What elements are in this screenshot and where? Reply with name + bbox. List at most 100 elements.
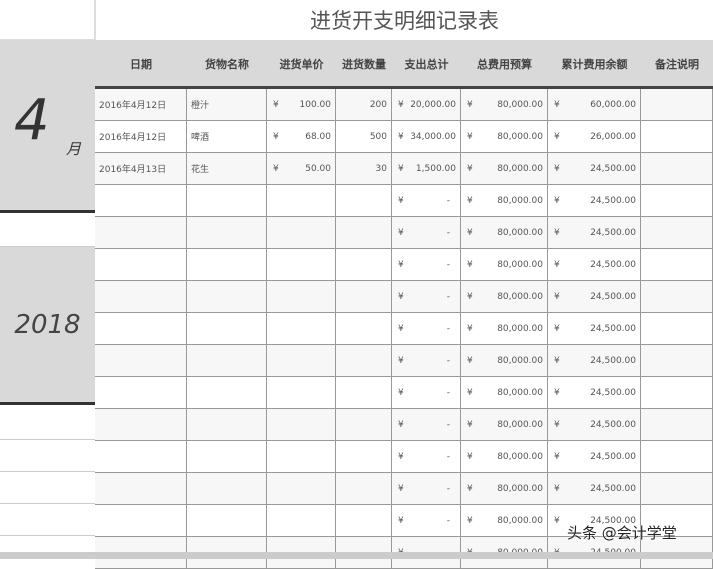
cell-unit-price[interactable] xyxy=(267,441,336,472)
cell-balance[interactable]: ¥24,500.00 xyxy=(548,217,641,248)
cell-unit-price[interactable] xyxy=(267,281,336,312)
cell-item-name[interactable]: 花生 xyxy=(187,153,267,184)
cell-date[interactable]: 2016年4月12日 xyxy=(95,121,187,152)
cell-notes[interactable] xyxy=(641,217,713,248)
cell-budget[interactable]: ¥80,000.00 xyxy=(461,281,548,312)
cell-balance[interactable]: ¥24,500.00 xyxy=(548,473,641,504)
cell-item-name[interactable]: 橙汁 xyxy=(187,89,267,120)
cell-budget[interactable]: ¥80,000.00 xyxy=(461,185,548,216)
cell-balance[interactable]: ¥24,500.00 xyxy=(548,281,641,312)
cell-balance[interactable]: ¥24,500.00 xyxy=(548,249,641,280)
cell-item-name[interactable] xyxy=(187,345,267,376)
cell-budget[interactable]: ¥80,000.00 xyxy=(461,505,548,536)
cell-notes[interactable] xyxy=(641,473,713,504)
cell-unit-price[interactable] xyxy=(267,217,336,248)
cell-date[interactable] xyxy=(95,473,187,504)
cell-quantity[interactable] xyxy=(336,249,392,280)
cell-total-expense[interactable]: ¥- xyxy=(392,185,461,216)
cell-balance[interactable]: ¥60,000.00 xyxy=(548,89,641,120)
cell-item-name[interactable] xyxy=(187,281,267,312)
cell-quantity[interactable] xyxy=(336,473,392,504)
cell-total-expense[interactable]: ¥- xyxy=(392,473,461,504)
cell-date[interactable] xyxy=(95,185,187,216)
cell-unit-price[interactable] xyxy=(267,505,336,536)
cell-quantity[interactable] xyxy=(336,281,392,312)
cell-balance[interactable]: ¥26,000.00 xyxy=(548,121,641,152)
cell-total-expense[interactable]: ¥- xyxy=(392,313,461,344)
cell-quantity[interactable]: 500 xyxy=(336,121,392,152)
cell-total-expense[interactable]: ¥- xyxy=(392,505,461,536)
cell-quantity[interactable] xyxy=(336,345,392,376)
cell-unit-price[interactable] xyxy=(267,377,336,408)
cell-total-expense[interactable]: ¥34,000.00 xyxy=(392,121,461,152)
cell-budget[interactable]: ¥80,000.00 xyxy=(461,89,548,120)
cell-notes[interactable] xyxy=(641,249,713,280)
cell-budget[interactable]: ¥80,000.00 xyxy=(461,217,548,248)
cell-date[interactable] xyxy=(95,377,187,408)
cell-balance[interactable]: ¥24,500.00 xyxy=(548,185,641,216)
cell-notes[interactable] xyxy=(641,441,713,472)
cell-total-expense[interactable]: ¥1,500.00 xyxy=(392,153,461,184)
cell-item-name[interactable]: 啤酒 xyxy=(187,121,267,152)
cell-unit-price[interactable]: ¥100.00 xyxy=(267,89,336,120)
cell-date[interactable] xyxy=(95,505,187,536)
cell-item-name[interactable] xyxy=(187,185,267,216)
cell-total-expense[interactable]: ¥20,000.00 xyxy=(392,89,461,120)
cell-total-expense[interactable]: ¥- xyxy=(392,249,461,280)
cell-date[interactable] xyxy=(95,409,187,440)
cell-notes[interactable] xyxy=(641,153,713,184)
cell-quantity[interactable] xyxy=(336,441,392,472)
cell-unit-price[interactable] xyxy=(267,313,336,344)
cell-quantity[interactable]: 30 xyxy=(336,153,392,184)
cell-quantity[interactable] xyxy=(336,185,392,216)
cell-unit-price[interactable] xyxy=(267,185,336,216)
cell-item-name[interactable] xyxy=(187,377,267,408)
cell-item-name[interactable] xyxy=(187,505,267,536)
cell-balance[interactable]: ¥24,500.00 xyxy=(548,153,641,184)
cell-quantity[interactable] xyxy=(336,217,392,248)
cell-total-expense[interactable]: ¥- xyxy=(392,281,461,312)
cell-total-expense[interactable]: ¥- xyxy=(392,377,461,408)
cell-date[interactable]: 2016年4月13日 xyxy=(95,153,187,184)
cell-unit-price[interactable] xyxy=(267,249,336,280)
cell-quantity[interactable]: 200 xyxy=(336,89,392,120)
cell-notes[interactable] xyxy=(641,121,713,152)
cell-date[interactable] xyxy=(95,217,187,248)
cell-quantity[interactable] xyxy=(336,377,392,408)
cell-unit-price[interactable] xyxy=(267,345,336,376)
cell-unit-price[interactable]: ¥50.00 xyxy=(267,153,336,184)
cell-notes[interactable] xyxy=(641,345,713,376)
cell-budget[interactable]: ¥80,000.00 xyxy=(461,313,548,344)
cell-budget[interactable]: ¥80,000.00 xyxy=(461,377,548,408)
cell-unit-price[interactable] xyxy=(267,409,336,440)
cell-budget[interactable]: ¥80,000.00 xyxy=(461,441,548,472)
cell-balance[interactable]: ¥24,500.00 xyxy=(548,345,641,376)
cell-balance[interactable]: ¥24,500.00 xyxy=(548,377,641,408)
cell-notes[interactable] xyxy=(641,313,713,344)
cell-unit-price[interactable]: ¥68.00 xyxy=(267,121,336,152)
cell-budget[interactable]: ¥80,000.00 xyxy=(461,345,548,376)
cell-total-expense[interactable]: ¥- xyxy=(392,217,461,248)
cell-budget[interactable]: ¥80,000.00 xyxy=(461,473,548,504)
cell-budget[interactable]: ¥80,000.00 xyxy=(461,409,548,440)
cell-balance[interactable]: ¥24,500.00 xyxy=(548,409,641,440)
cell-total-expense[interactable]: ¥- xyxy=(392,441,461,472)
cell-unit-price[interactable] xyxy=(267,473,336,504)
cell-quantity[interactable] xyxy=(336,505,392,536)
cell-date[interactable] xyxy=(95,249,187,280)
cell-notes[interactable] xyxy=(641,281,713,312)
cell-balance[interactable]: ¥24,500.00 xyxy=(548,441,641,472)
cell-notes[interactable] xyxy=(641,89,713,120)
cell-item-name[interactable] xyxy=(187,473,267,504)
cell-notes[interactable] xyxy=(641,185,713,216)
cell-balance[interactable]: ¥24,500.00 xyxy=(548,313,641,344)
cell-date[interactable]: 2016年4月12日 xyxy=(95,89,187,120)
cell-notes[interactable] xyxy=(641,409,713,440)
cell-quantity[interactable] xyxy=(336,409,392,440)
cell-total-expense[interactable]: ¥- xyxy=(392,409,461,440)
cell-budget[interactable]: ¥80,000.00 xyxy=(461,249,548,280)
cell-quantity[interactable] xyxy=(336,313,392,344)
cell-item-name[interactable] xyxy=(187,249,267,280)
cell-budget[interactable]: ¥80,000.00 xyxy=(461,121,548,152)
cell-date[interactable] xyxy=(95,313,187,344)
